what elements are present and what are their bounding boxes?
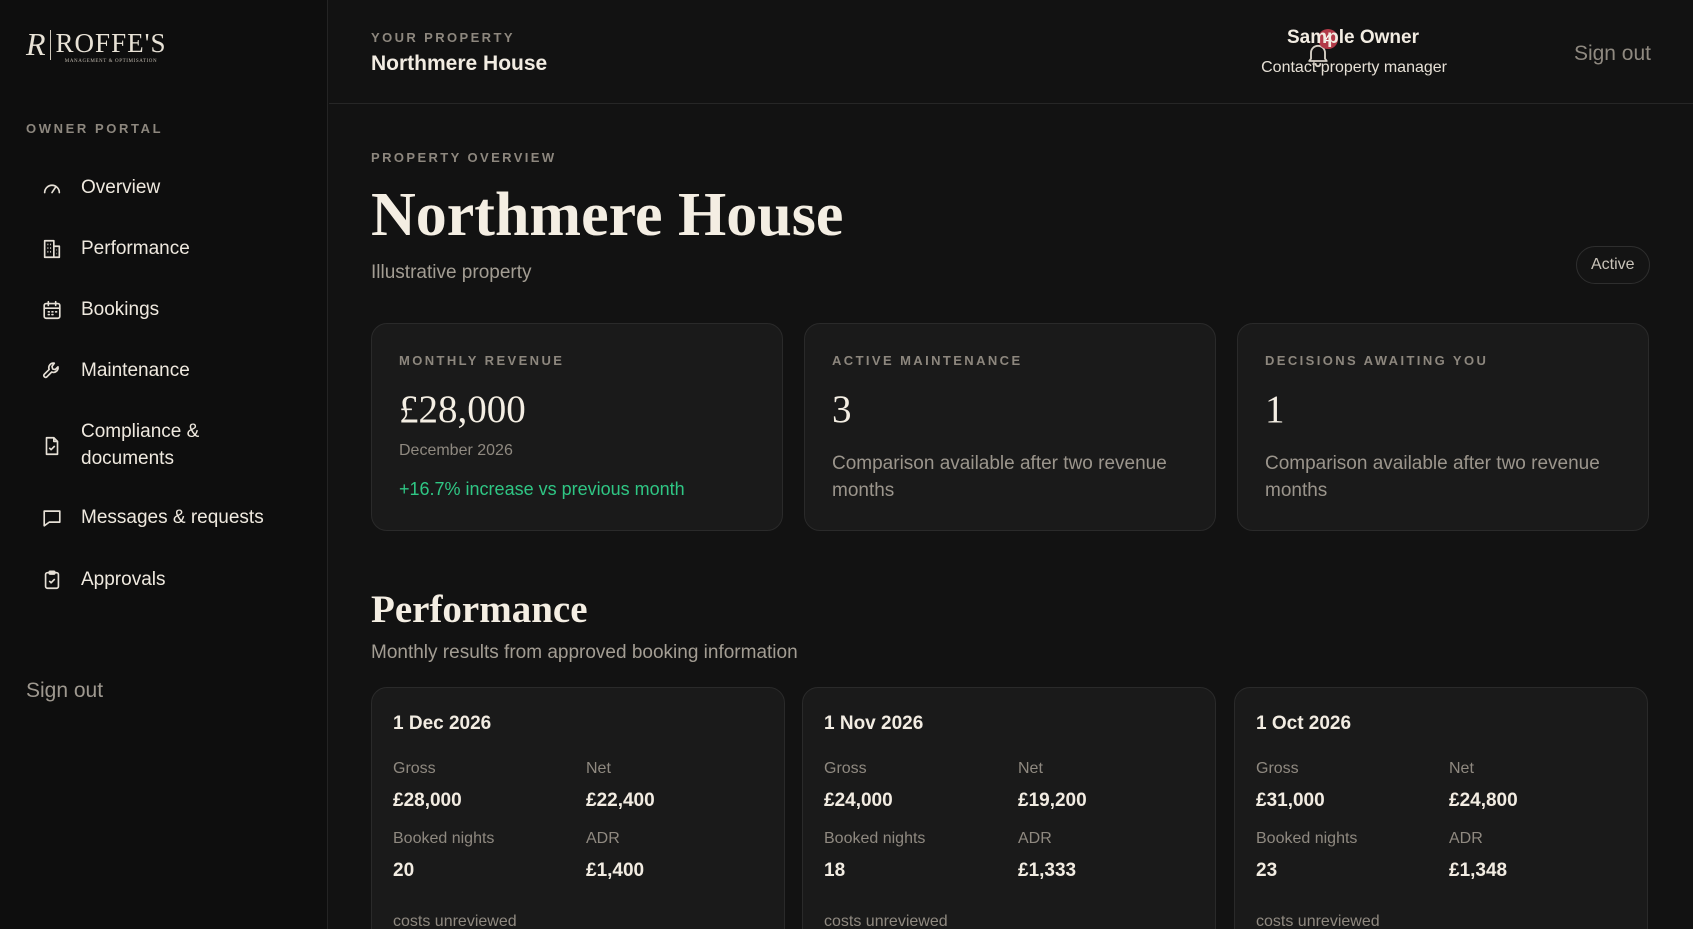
active-maintenance-card: ACTIVE MAINTENANCE 3 Comparison availabl… <box>804 323 1216 531</box>
header-eyebrow: YOUR PROPERTY <box>371 30 515 45</box>
logo-text: ROFFE'S MANAGEMENT & OPTIMISATION <box>56 28 167 64</box>
monthly-revenue-card: MONTHLY REVENUE £28,000 December 2026 +1… <box>371 323 783 531</box>
stat-label: MONTHLY REVENUE <box>399 353 565 368</box>
logo-name: ROFFE'S <box>55 28 167 58</box>
sidebar-item-performance[interactable]: Performance <box>40 237 190 262</box>
booked-nights-value: 20 <box>393 860 415 881</box>
net-label: Net <box>586 760 611 777</box>
logo-mark: R <box>26 26 46 62</box>
gauge-icon <box>40 176 64 200</box>
stat-period: December 2026 <box>399 442 513 459</box>
sidebar-item-label: Compliance & documents <box>81 421 200 469</box>
header-property-name: Northmere House <box>371 52 548 75</box>
stat-change: +16.7% increase vs previous month <box>399 479 685 499</box>
sidebar-item-label: Overview <box>81 177 161 198</box>
stat-value: £28,000 <box>399 388 526 431</box>
sidebar-item-label: Approvals <box>81 569 166 590</box>
gross-value: £31,000 <box>1256 790 1325 811</box>
costs-note: costs unreviewed <box>824 913 948 929</box>
booked-nights-value: 23 <box>1256 860 1278 881</box>
sidebar-section-label: OWNER PORTAL <box>26 121 164 136</box>
performance-section-title: Performance <box>371 588 588 631</box>
gross-value: £24,000 <box>824 790 893 811</box>
booked-nights-value: 18 <box>824 860 846 881</box>
status-badge: Active <box>1576 246 1650 284</box>
adr-value: £1,400 <box>586 860 645 881</box>
main-content: PROPERTY OVERVIEW Northmere House Illust… <box>329 105 1693 929</box>
booked-nights-label: Booked nights <box>1256 830 1358 847</box>
stat-value: 1 <box>1265 388 1285 431</box>
net-value: £22,400 <box>586 790 655 811</box>
sidebar-item-label: Bookings <box>81 299 160 320</box>
gross-label: Gross <box>1256 760 1299 777</box>
month-date: 1 Dec 2026 <box>393 713 492 734</box>
clipboard-check-icon <box>40 568 64 592</box>
performance-month-card: 1 Dec 2026 Gross £28,000 Net £22,400 Boo… <box>371 687 785 929</box>
gross-label: Gross <box>824 760 867 777</box>
net-value: £24,800 <box>1449 790 1518 811</box>
contact-manager-link[interactable]: Contact property manager <box>1261 59 1447 77</box>
sidebar-item-maintenance[interactable]: Maintenance <box>40 359 190 384</box>
sidebar-item-label: Maintenance <box>81 360 190 381</box>
month-date: 1 Oct 2026 <box>1256 713 1352 734</box>
booked-nights-label: Booked nights <box>824 830 926 847</box>
month-date: 1 Nov 2026 <box>824 713 924 734</box>
overview-eyebrow: PROPERTY OVERVIEW <box>371 150 557 165</box>
net-label: Net <box>1449 760 1474 777</box>
page-title: Northmere House <box>371 181 844 249</box>
performance-month-card: 1 Nov 2026 Gross £24,000 Net £19,200 Boo… <box>802 687 1216 929</box>
performance-section-subtitle: Monthly results from approved booking in… <box>371 642 798 663</box>
wrench-icon <box>40 359 64 383</box>
message-icon <box>40 506 64 530</box>
brand-logo[interactable]: R ROFFE'S MANAGEMENT & OPTIMISATION <box>26 28 166 64</box>
adr-label: ADR <box>1018 830 1052 847</box>
adr-label: ADR <box>586 830 620 847</box>
stat-note: Comparison available after two revenue m… <box>832 453 1167 501</box>
top-bar: YOUR PROPERTY Northmere House 4 Sample O… <box>329 0 1693 104</box>
performance-month-card: 1 Oct 2026 Gross £31,000 Net £24,800 Boo… <box>1234 687 1648 929</box>
gross-value: £28,000 <box>393 790 462 811</box>
sidebar-item-messages[interactable]: Messages & requests <box>40 506 264 531</box>
adr-label: ADR <box>1449 830 1483 847</box>
gross-label: Gross <box>393 760 436 777</box>
stat-label: ACTIVE MAINTENANCE <box>832 353 1023 368</box>
stat-note: Comparison available after two revenue m… <box>1265 453 1600 501</box>
sidebar-item-approvals[interactable]: Approvals <box>40 568 166 593</box>
net-label: Net <box>1018 760 1043 777</box>
net-value: £19,200 <box>1018 790 1087 811</box>
costs-note: costs unreviewed <box>1256 913 1380 929</box>
adr-value: £1,333 <box>1018 860 1077 881</box>
adr-value: £1,348 <box>1449 860 1508 881</box>
page-subtitle: Illustrative property <box>371 262 532 283</box>
document-icon <box>40 434 64 458</box>
sidebar-item-label: Performance <box>81 238 190 259</box>
sidebar-sign-out-link[interactable]: Sign out <box>26 679 103 703</box>
header-sign-out-button[interactable]: Sign out <box>1574 42 1651 66</box>
costs-note: costs unreviewed <box>393 913 517 929</box>
sidebar: R ROFFE'S MANAGEMENT & OPTIMISATION OWNE… <box>0 0 328 929</box>
building-icon <box>40 237 64 261</box>
booked-nights-label: Booked nights <box>393 830 495 847</box>
stat-label: DECISIONS AWAITING YOU <box>1265 353 1489 368</box>
calendar-icon <box>40 298 64 322</box>
sidebar-item-overview[interactable]: Overview <box>40 176 160 201</box>
stat-value: 3 <box>832 388 852 431</box>
sidebar-item-bookings[interactable]: Bookings <box>40 298 159 323</box>
logo-divider <box>49 30 51 60</box>
owner-name: Sample Owner <box>1287 27 1419 48</box>
sidebar-item-compliance[interactable]: Compliance & documents <box>40 420 221 472</box>
sidebar-item-label: Messages & requests <box>81 507 264 528</box>
decisions-awaiting-card: DECISIONS AWAITING YOU 1 Comparison avai… <box>1237 323 1649 531</box>
logo-tagline: MANAGEMENT & OPTIMISATION <box>64 59 158 64</box>
